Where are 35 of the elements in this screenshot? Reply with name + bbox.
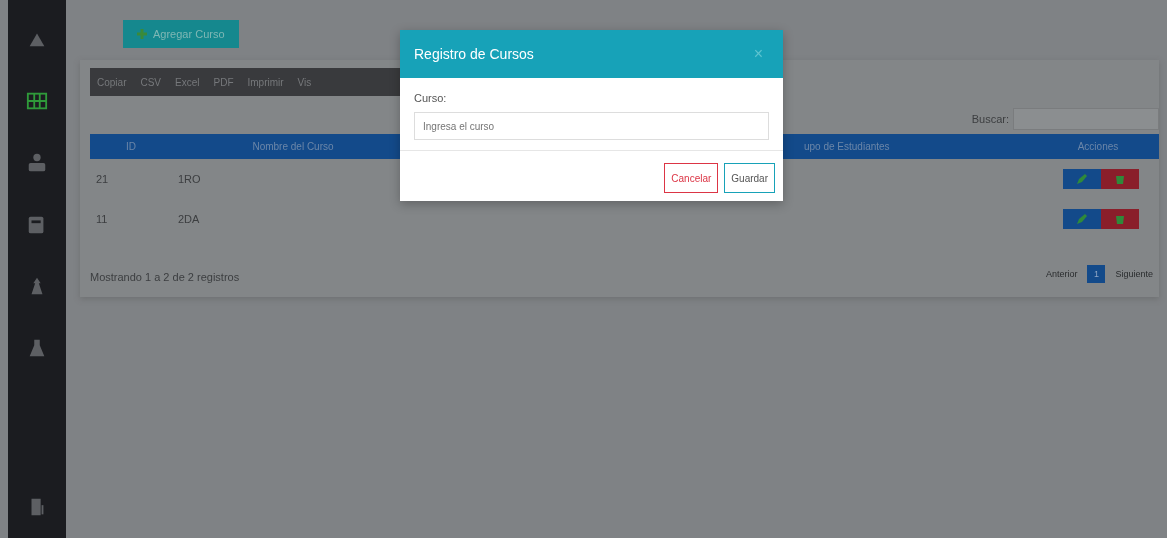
column-header: ID [90,134,172,159]
search-label: Buscar: [971,113,1009,125]
pagination-button[interactable]: 1 [1087,265,1106,283]
export-button[interactable]: Imprimir [240,76,291,88]
delete-button[interactable] [1100,209,1139,229]
table-cell: 21 [90,159,172,199]
export-button[interactable]: Excel [168,76,207,88]
course-input-field[interactable]: Ingresa el curso [414,112,769,140]
table-cell: 1RO [172,159,414,199]
edit-button[interactable] [1062,209,1101,229]
field-label: Curso: [414,92,448,104]
edit-button[interactable] [1062,169,1101,189]
pagination-button[interactable]: Anterior [1039,265,1084,283]
add-course-button[interactable]: Agregar Curso [123,20,239,48]
export-button[interactable]: PDF [206,76,241,88]
plus-icon [137,29,147,39]
export-button[interactable]: Vis [290,76,319,88]
pencil-icon [1075,213,1088,225]
pagination-button[interactable]: Siguiente [1109,265,1159,283]
trash-icon [1113,173,1126,185]
grid-icon [26,90,48,112]
export-button[interactable]: CSV [133,76,169,88]
pencil-icon [1075,173,1088,185]
table-cell-text: 2DA [177,212,201,227]
column-header: Acciones [1037,134,1159,159]
modal-title: Registro de Cursos [414,46,534,62]
close-button[interactable]: × [747,44,769,64]
table-cell-text: 11 [95,212,109,227]
user-icon [26,152,48,174]
table-info: Mostrando 1 a 2 de 2 registros [90,271,240,283]
export-button[interactable]: Copiar [90,76,134,88]
save-button[interactable]: Guardar [724,163,775,193]
trash-icon [1113,213,1126,225]
cancel-button[interactable]: Cancelar [664,163,719,193]
delete-button[interactable] [1100,169,1139,189]
